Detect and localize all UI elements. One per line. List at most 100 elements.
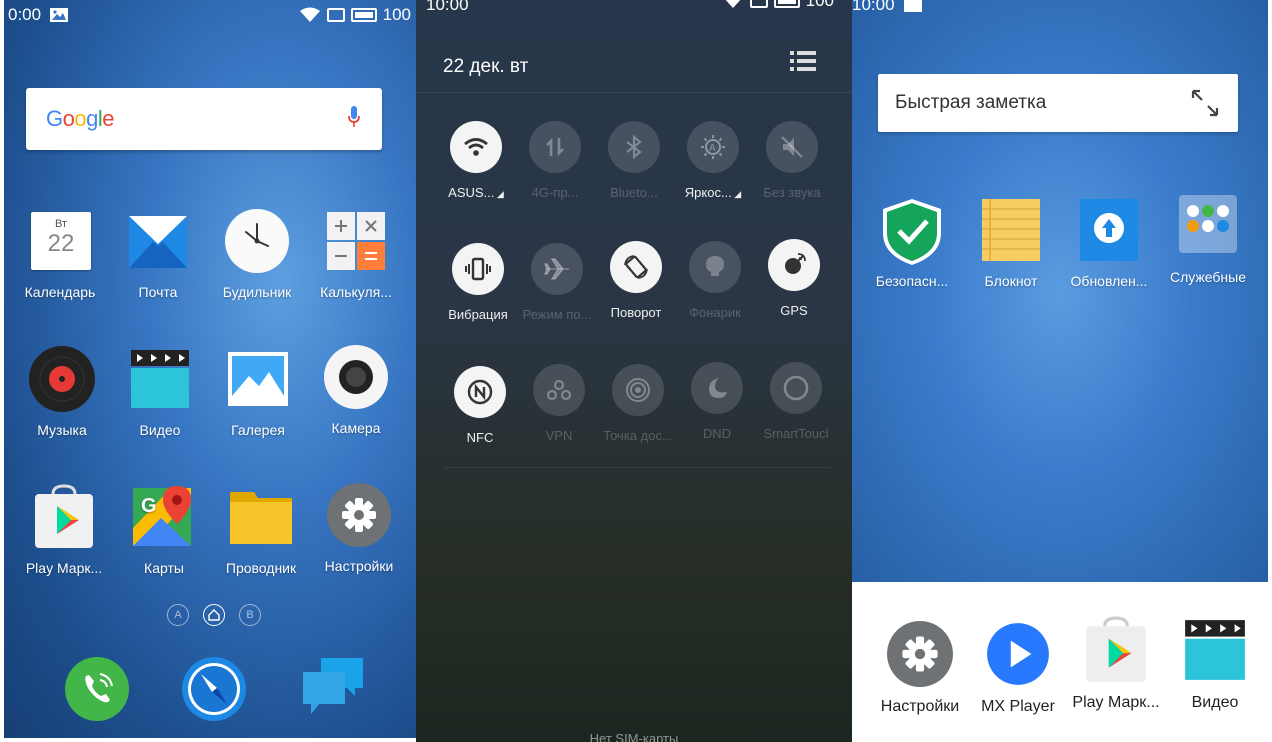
app-label: Обновлен...	[1070, 273, 1148, 289]
status-time: 0:00	[8, 5, 42, 24]
dnd-icon	[709, 378, 727, 398]
mobile-data-icon	[546, 137, 564, 157]
expand-icon[interactable]	[1190, 88, 1220, 118]
tile-brightness[interactable]: A Яркос... ◢	[670, 121, 756, 200]
dock-settings[interactable]: Настройки	[870, 620, 970, 716]
music-icon	[29, 346, 95, 412]
sim-icon	[749, 0, 768, 8]
status-time: 10:00	[426, 0, 469, 14]
tile-nfc[interactable]: NFC	[437, 366, 523, 445]
calendar-icon: Вт 22	[27, 208, 93, 274]
list-icon[interactable]	[790, 50, 816, 72]
app-security[interactable]: Безопасн...	[865, 197, 959, 289]
microphone-icon[interactable]	[348, 106, 360, 128]
app-settings[interactable]: Настройки	[309, 482, 409, 574]
tile-wifi[interactable]: ASUS... ◢	[433, 121, 519, 200]
battery-level: 100	[382, 5, 411, 24]
page-a-indicator[interactable]: A	[167, 604, 189, 626]
tile-label: ASUS... ◢	[448, 185, 504, 200]
notepad-icon	[980, 197, 1042, 263]
tile-rotate[interactable]: Поворот	[593, 241, 679, 320]
battery-level: 100	[805, 0, 834, 10]
page-b-indicator[interactable]: B	[239, 604, 261, 626]
video-icon	[1181, 616, 1249, 684]
google-logo: Google	[46, 106, 115, 131]
airplane-icon	[544, 258, 569, 280]
messages-icon	[303, 658, 363, 714]
dock-play-market[interactable]: Play Марк...	[1066, 616, 1166, 712]
folder-tools[interactable]: Служебные	[1161, 193, 1255, 285]
status-bar-left: 0:00	[8, 2, 69, 28]
app-label: Видео	[1191, 694, 1239, 711]
tools-folder-icon	[1177, 193, 1239, 259]
app-label: Видео	[139, 422, 181, 438]
clock-icon	[224, 208, 290, 274]
app-label: Калькуля...	[320, 284, 392, 300]
svg-text:G: G	[141, 495, 157, 517]
app-calendar[interactable]: Вт 22 Календарь	[10, 208, 110, 300]
tiles-divider	[444, 467, 830, 468]
app-label: Настройки	[880, 698, 960, 715]
update-icon	[1078, 197, 1140, 263]
dock-mx-player[interactable]: MX Player	[968, 620, 1068, 716]
app-label: MX Player	[981, 698, 1055, 715]
tile-flashlight[interactable]: Фонарик	[672, 241, 758, 320]
app-label: Play Марк...	[25, 560, 103, 576]
home-icon	[208, 609, 220, 621]
tile-label: 4G-пр...	[531, 185, 579, 200]
app-gallery[interactable]: Галерея	[208, 346, 308, 438]
app-label: Проводник	[225, 560, 297, 576]
dock-phone[interactable]	[64, 656, 130, 722]
header-divider	[416, 92, 852, 93]
battery-icon	[773, 0, 800, 8]
tile-label: Blueto...	[610, 185, 658, 200]
app-explorer[interactable]: Проводник	[211, 484, 311, 576]
status-bar-left: 10:00	[852, 0, 923, 18]
app-play-market[interactable]: Play Марк...	[14, 484, 114, 576]
hotspot-icon	[626, 378, 650, 402]
widget-screen-panel: 10:00 Быстрая заметка Безопасн... Блокно…	[852, 0, 1268, 742]
app-mail[interactable]: Почта	[108, 208, 208, 300]
calendar-day-number: 22	[47, 230, 75, 257]
wifi-icon	[725, 0, 740, 8]
flashlight-icon	[706, 256, 724, 276]
dock-video[interactable]: Видео	[1165, 616, 1265, 712]
quick-note-placeholder: Быстрая заметка	[895, 92, 1047, 113]
dock-compass[interactable]	[181, 656, 247, 722]
app-label: Карты	[144, 560, 184, 576]
tile-vibration[interactable]: Вибрация	[435, 243, 521, 322]
tile-hotspot[interactable]: Точка дос...	[595, 364, 681, 443]
smarttouch-icon	[783, 375, 809, 401]
tile-label: Поворот	[610, 305, 662, 320]
tile-smarttouch[interactable]: SmartToucl	[753, 362, 839, 441]
tile-dnd[interactable]: DND	[674, 362, 760, 441]
status-bar-right: 100	[299, 2, 411, 28]
tile-mute[interactable]: Без звука	[749, 121, 835, 200]
home-page-indicator[interactable]	[203, 604, 225, 626]
calendar-day-name: Вт	[54, 218, 67, 230]
tile-bluetooth[interactable]: Blueto...	[591, 121, 677, 200]
app-music[interactable]: Музыка	[12, 346, 112, 438]
app-clock[interactable]: Будильник	[207, 208, 307, 300]
app-camera[interactable]: Камера	[306, 344, 406, 436]
tile-mobile-data[interactable]: 4G-пр...	[512, 121, 598, 200]
google-search-bar[interactable]: Google	[26, 88, 382, 150]
app-maps[interactable]: G Карты	[114, 484, 214, 576]
camera-icon	[323, 344, 389, 410]
app-video[interactable]: Видео	[110, 346, 210, 438]
wifi-icon	[464, 138, 488, 156]
app-update[interactable]: Обновлен...	[1062, 197, 1156, 289]
tile-airplane[interactable]: Режим по...	[514, 243, 600, 322]
tile-label: NFC	[466, 430, 494, 445]
tile-label: Яркос... ◢	[684, 185, 742, 200]
app-notepad[interactable]: Блокнот	[964, 197, 1058, 289]
app-label: Почта	[138, 284, 178, 300]
battery-icon	[350, 8, 377, 22]
dock-messages[interactable]	[301, 656, 365, 720]
tile-label: SmartToucl	[763, 426, 829, 441]
play-store-icon	[31, 484, 97, 550]
app-calculator[interactable]: Калькуля...	[306, 208, 406, 300]
tile-vpn[interactable]: VPN	[516, 364, 602, 443]
tile-gps[interactable]: GPS	[751, 239, 837, 318]
quick-note-widget[interactable]: Быстрая заметка	[878, 74, 1238, 132]
